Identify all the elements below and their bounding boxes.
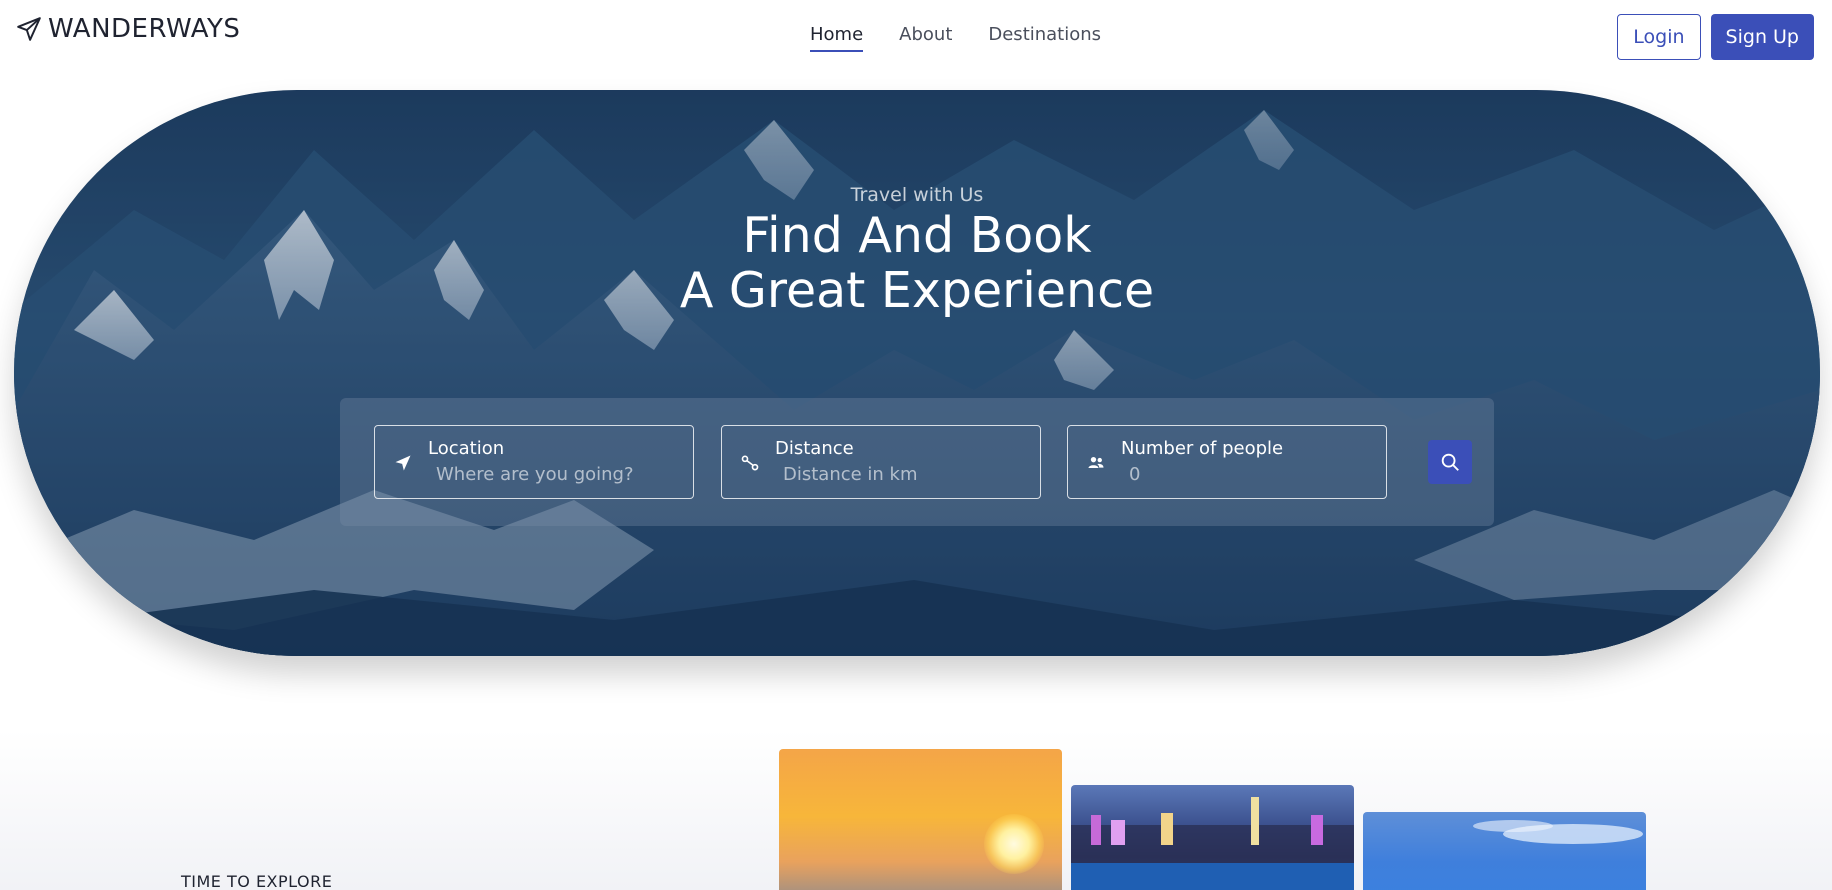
sky-clouds-image: [1473, 820, 1643, 844]
search-button[interactable]: [1428, 440, 1472, 484]
people-input[interactable]: [1129, 464, 1369, 485]
nav-about[interactable]: About: [899, 24, 952, 49]
location-input[interactable]: [436, 464, 676, 485]
hero-title-line-1: Find And Book: [742, 207, 1092, 264]
site-header: WANDERWAYS Home About Destinations Login…: [0, 0, 1832, 74]
main-nav: Home About Destinations: [810, 24, 1101, 52]
city-skyline-image: [1071, 797, 1354, 890]
signup-button[interactable]: Sign Up: [1710, 14, 1814, 60]
people-label: Number of people: [1121, 438, 1284, 459]
login-button[interactable]: Login: [1617, 14, 1701, 60]
brand-name: WANDERWAYS: [48, 14, 241, 44]
location-label: Location: [428, 438, 505, 459]
hero-title: Find And Book A Great Experience: [14, 208, 1820, 318]
hero-title-line-2: A Great Experience: [679, 262, 1155, 319]
destination-card-sunset[interactable]: [779, 749, 1062, 890]
distance-input[interactable]: [783, 464, 1023, 485]
users-icon: [1088, 457, 1104, 468]
mountain-background-image: [14, 90, 1820, 656]
explore-label: TIME TO EXPLORE: [181, 872, 333, 890]
hero-subtitle: Travel with Us: [850, 184, 984, 206]
destination-card-sky[interactable]: [1363, 812, 1646, 890]
paper-plane-icon: [17, 17, 41, 41]
destination-card-city[interactable]: [1071, 785, 1354, 890]
route-icon: [741, 455, 759, 471]
navigation-arrow-icon: [395, 455, 411, 471]
brand-logo[interactable]: WANDERWAYS: [16, 14, 240, 44]
distance-field[interactable]: Distance: [721, 425, 1041, 499]
search-icon: [1441, 453, 1459, 471]
nav-home[interactable]: Home: [810, 24, 864, 52]
nav-destinations[interactable]: Destinations: [988, 24, 1101, 49]
people-field[interactable]: Number of people: [1067, 425, 1387, 499]
sun-graphic: [984, 814, 1044, 874]
hero-banner: Travel with Us Find And Book A Great Exp…: [14, 90, 1820, 656]
search-panel: Location Distance Number of people: [340, 398, 1494, 526]
location-field[interactable]: Location: [374, 425, 694, 499]
distance-label: Distance: [775, 438, 854, 459]
auth-buttons: Login Sign Up: [1617, 14, 1814, 60]
